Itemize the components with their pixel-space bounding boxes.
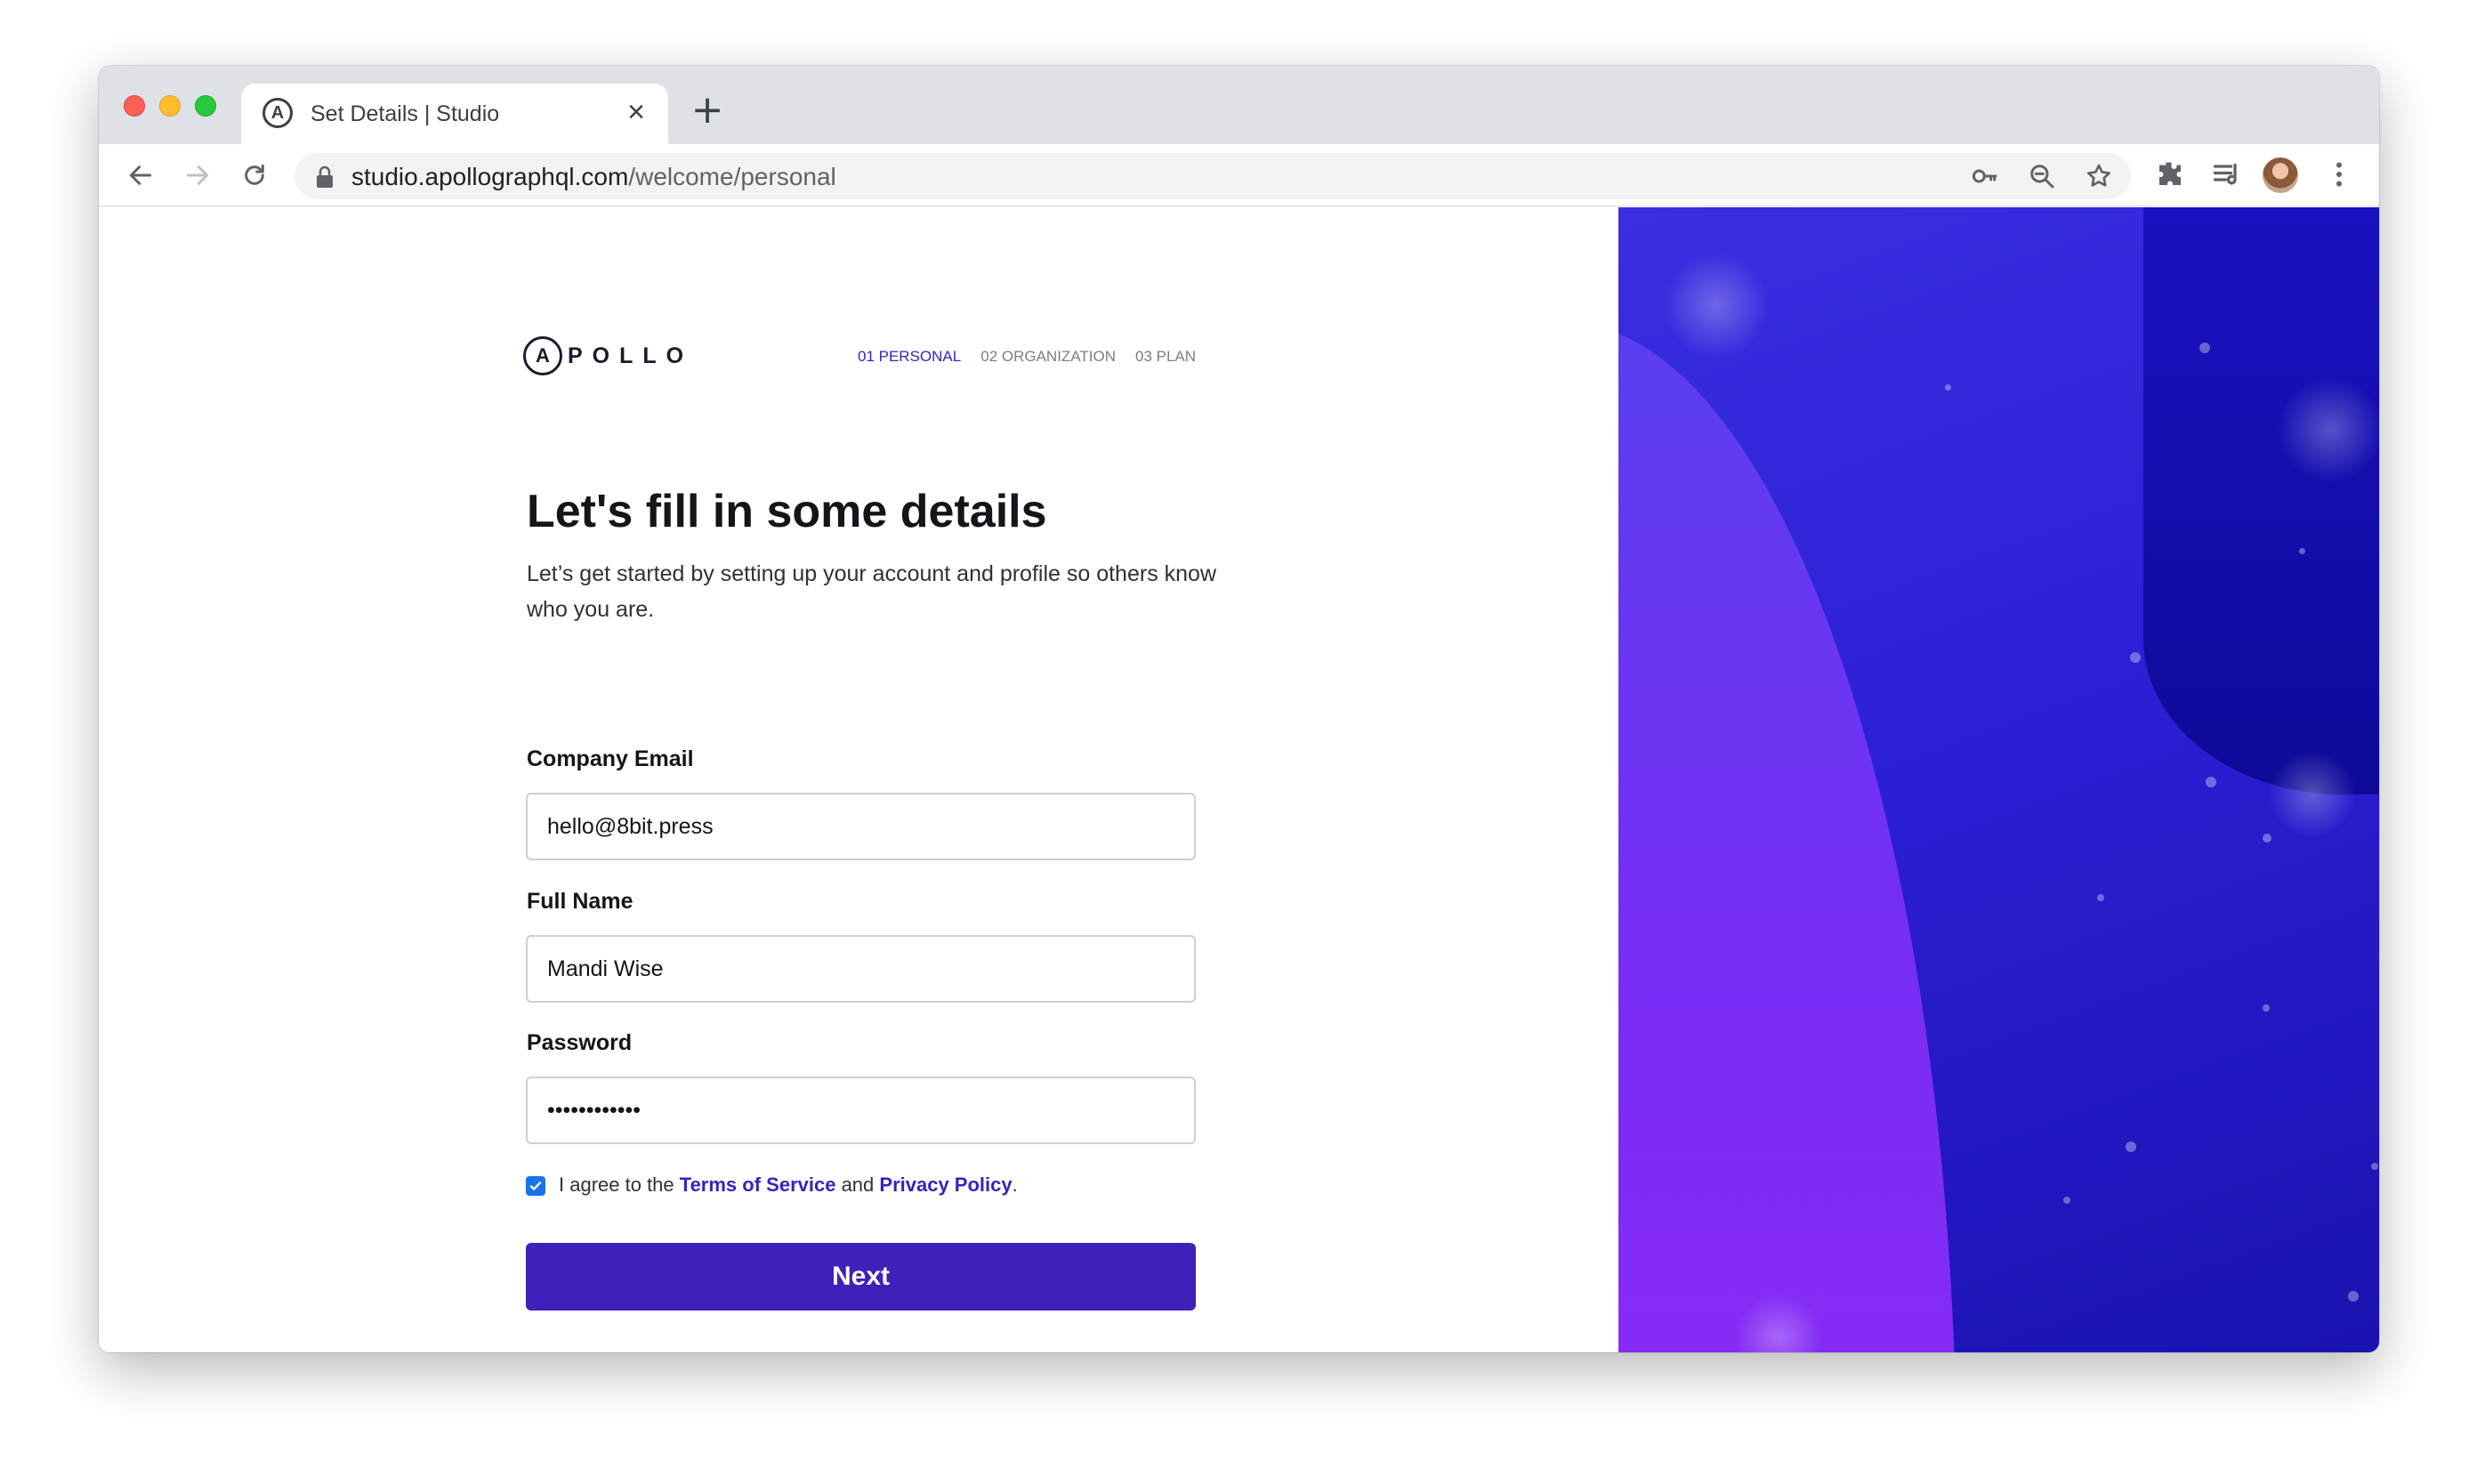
onboarding-steps: 01 PERSONAL 02 ORGANIZATION 03 PLAN xyxy=(858,348,1196,366)
apollo-favicon-icon: A xyxy=(262,98,293,128)
extensions-puzzle-icon[interactable] xyxy=(2154,158,2186,190)
apollo-logo: A POLLO xyxy=(523,335,693,376)
email-label: Company Email xyxy=(527,746,694,771)
reload-icon xyxy=(245,164,264,185)
password-label: Password xyxy=(527,1030,633,1055)
arrow-left-icon xyxy=(129,165,152,185)
sparkle xyxy=(2199,343,2210,353)
new-tab-button[interactable]: + xyxy=(688,91,727,132)
tab-strip: A Set Details | Studio × + xyxy=(99,66,2379,144)
address-bar[interactable]: studio.apollographql.com/welcome/persona… xyxy=(294,153,2131,199)
step-organization: 02 ORGANIZATION xyxy=(980,348,1116,365)
sparkle xyxy=(2348,1291,2359,1302)
agree-and: and xyxy=(835,1173,880,1196)
browser-toolbar: studio.apollographql.com/welcome/persona… xyxy=(99,144,2379,206)
apollo-logo-text: POLLO xyxy=(568,343,694,368)
sparkle xyxy=(2263,1004,2270,1012)
sparkle xyxy=(2299,548,2305,554)
forward-button[interactable] xyxy=(179,157,216,194)
sparkle xyxy=(2268,750,2357,839)
apollo-logo-mark: A xyxy=(523,336,562,375)
privacy-policy-link[interactable]: Privacy Policy xyxy=(879,1173,1012,1196)
agree-suffix: . xyxy=(1012,1173,1018,1196)
zoom-out-icon[interactable] xyxy=(2028,162,2056,190)
terms-of-service-link[interactable]: Terms of Service xyxy=(680,1173,836,1196)
minimize-window-button[interactable] xyxy=(159,95,181,117)
sparkle xyxy=(2263,834,2271,843)
arrow-right-icon xyxy=(186,165,209,185)
agree-checkbox[interactable] xyxy=(526,1176,545,1196)
password-input[interactable] xyxy=(526,1077,1196,1144)
sparkle xyxy=(2371,1163,2378,1170)
step-personal: 01 PERSONAL xyxy=(858,348,962,365)
profile-avatar[interactable] xyxy=(2263,157,2298,193)
key-icon[interactable] xyxy=(1971,162,1999,190)
decorative-background-panel xyxy=(1618,207,2379,1352)
checkmark-icon xyxy=(529,1182,542,1190)
full-name-label: Full Name xyxy=(527,889,633,914)
media-queue-icon[interactable] xyxy=(2211,158,2243,190)
company-email-input[interactable] xyxy=(526,793,1196,860)
browser-tab[interactable]: A Set Details | Studio × xyxy=(241,84,668,144)
next-button[interactable]: Next xyxy=(526,1243,1196,1311)
sparkle xyxy=(1945,384,1951,391)
sparkle xyxy=(2097,894,2104,901)
lock-icon xyxy=(317,165,333,188)
step-plan: 03 PLAN xyxy=(1135,348,1197,365)
kebab-menu-icon[interactable] xyxy=(2323,158,2355,190)
bookmark-star-icon[interactable] xyxy=(2085,162,2113,190)
decorative-wave xyxy=(1618,323,1957,1352)
full-name-input[interactable] xyxy=(526,935,1196,1003)
sparkle xyxy=(2063,1197,2070,1204)
sparkle xyxy=(2126,1141,2136,1152)
page-content: A POLLO 01 PERSONAL 02 ORGANIZATION 03 P… xyxy=(99,207,2379,1352)
maximize-window-button[interactable] xyxy=(195,95,216,117)
close-window-button[interactable] xyxy=(124,95,145,117)
page-title: Let's fill in some details xyxy=(527,486,1047,537)
close-tab-icon[interactable]: × xyxy=(620,96,652,128)
url-text: studio.apollographql.com/welcome/persona… xyxy=(351,163,836,191)
form-pane: A POLLO 01 PERSONAL 02 ORGANIZATION 03 P… xyxy=(99,207,1618,1352)
browser-window: A Set Details | Studio × + studio.apollo… xyxy=(99,66,2379,1352)
sparkle xyxy=(1663,252,1770,359)
page-subtitle: Let’s get started by setting up your acc… xyxy=(527,561,1216,622)
agree-prefix: I agree to the xyxy=(559,1173,680,1196)
sparkle xyxy=(2277,376,2379,483)
sparkle xyxy=(2130,652,2141,663)
url-path: /welcome/personal xyxy=(628,163,836,190)
sparkle xyxy=(2206,777,2216,787)
back-button[interactable] xyxy=(122,157,159,194)
url-host: studio.apollographql.com xyxy=(351,163,629,190)
reload-button[interactable] xyxy=(236,157,273,194)
tab-title: Set Details | Studio xyxy=(311,101,500,126)
decorative-wave-dark xyxy=(2143,207,2379,794)
agree-text: I agree to the Terms of Service and Priv… xyxy=(559,1173,1018,1197)
